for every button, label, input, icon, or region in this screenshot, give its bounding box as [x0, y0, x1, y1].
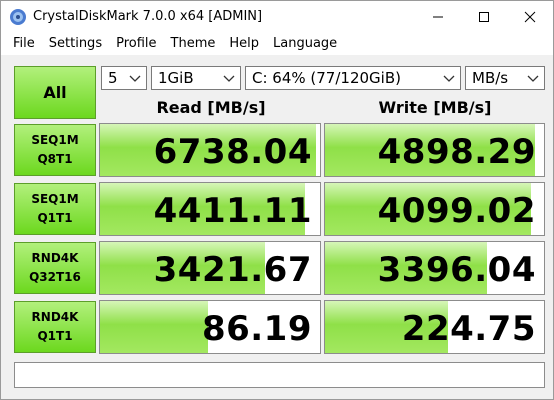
- test-seq1m-q1t1-button[interactable]: SEQ1M Q1T1: [14, 183, 96, 235]
- write-result-seq1m-q1t1: 4099.02: [324, 182, 545, 236]
- chevron-down-icon: [443, 75, 455, 82]
- write-result-rnd4k-q1t1: 224.75: [324, 300, 545, 354]
- write-column-header: Write [MB/s]: [378, 98, 492, 117]
- write-value: 3396.04: [377, 250, 536, 290]
- test-rnd4k-q1t1-button[interactable]: RND4K Q1T1: [14, 301, 96, 353]
- test-size-value: 1GiB: [158, 69, 194, 87]
- read-result-rnd4k-q1t1: 86.19: [99, 300, 321, 354]
- read-result-rnd4k-q32t16: 3421.67: [99, 241, 321, 295]
- run-all-button[interactable]: All: [14, 66, 96, 119]
- test-name: RND4K: [31, 310, 79, 324]
- test-name: SEQ1M: [31, 192, 79, 206]
- test-queue: Q1T1: [37, 211, 73, 225]
- unit-value: MB/s: [472, 69, 509, 87]
- test-rnd4k-q32t16-button[interactable]: RND4K Q32T16: [14, 242, 96, 294]
- menu-help[interactable]: Help: [223, 33, 267, 55]
- test-count-select[interactable]: 5: [101, 66, 147, 90]
- read-bar: [100, 301, 208, 353]
- write-value: 4099.02: [377, 191, 536, 231]
- app-disk-icon: [9, 8, 27, 26]
- menu-profile[interactable]: Profile: [110, 33, 164, 55]
- menu-theme[interactable]: Theme: [165, 33, 224, 55]
- menu-file[interactable]: File: [7, 33, 43, 55]
- test-name: SEQ1M: [31, 133, 79, 147]
- maximize-button[interactable]: [461, 1, 507, 33]
- close-button[interactable]: [507, 1, 553, 33]
- menu-settings[interactable]: Settings: [43, 33, 110, 55]
- read-value: 86.19: [201, 309, 312, 349]
- read-result-seq1m-q1t1: 4411.11: [99, 182, 321, 236]
- chevron-down-icon: [223, 75, 235, 82]
- menu-bar: File Settings Profile Theme Help Languag…: [1, 33, 553, 55]
- title-bar[interactable]: CrystalDiskMark 7.0.0 x64 [ADMIN]: [1, 1, 553, 33]
- test-queue: Q8T1: [37, 152, 73, 166]
- test-seq1m-q8t1-button[interactable]: SEQ1M Q8T1: [14, 124, 96, 176]
- test-queue: Q1T1: [37, 329, 73, 343]
- write-value: 4898.29: [377, 132, 536, 172]
- write-value: 224.75: [401, 309, 536, 349]
- test-name: RND4K: [31, 251, 79, 265]
- close-icon: [524, 11, 536, 23]
- read-value: 4411.11: [153, 191, 312, 231]
- read-value: 3421.67: [153, 250, 312, 290]
- minimize-button[interactable]: [415, 1, 461, 33]
- chevron-down-icon: [129, 75, 141, 82]
- chevron-down-icon: [527, 75, 539, 82]
- window-title: CrystalDiskMark 7.0.0 x64 [ADMIN]: [33, 9, 263, 24]
- drive-value: C: 64% (77/120GiB): [252, 69, 401, 87]
- drive-select[interactable]: C: 64% (77/120GiB): [245, 66, 461, 90]
- maximize-icon: [479, 12, 489, 22]
- read-value: 6738.04: [153, 132, 312, 172]
- comment-field[interactable]: [14, 362, 545, 388]
- write-result-rnd4k-q32t16: 3396.04: [324, 241, 545, 295]
- read-result-seq1m-q8t1: 6738.04: [99, 123, 321, 177]
- crystaldiskmark-window: CrystalDiskMark 7.0.0 x64 [ADMIN] File S…: [0, 0, 554, 400]
- minimize-icon: [433, 16, 443, 18]
- menu-language[interactable]: Language: [267, 33, 345, 55]
- write-result-seq1m-q8t1: 4898.29: [324, 123, 545, 177]
- read-column-header: Read [MB/s]: [156, 98, 266, 117]
- test-queue: Q32T16: [29, 270, 81, 284]
- unit-select[interactable]: MB/s: [465, 66, 545, 90]
- test-count-value: 5: [108, 69, 118, 87]
- test-size-select[interactable]: 1GiB: [151, 66, 241, 90]
